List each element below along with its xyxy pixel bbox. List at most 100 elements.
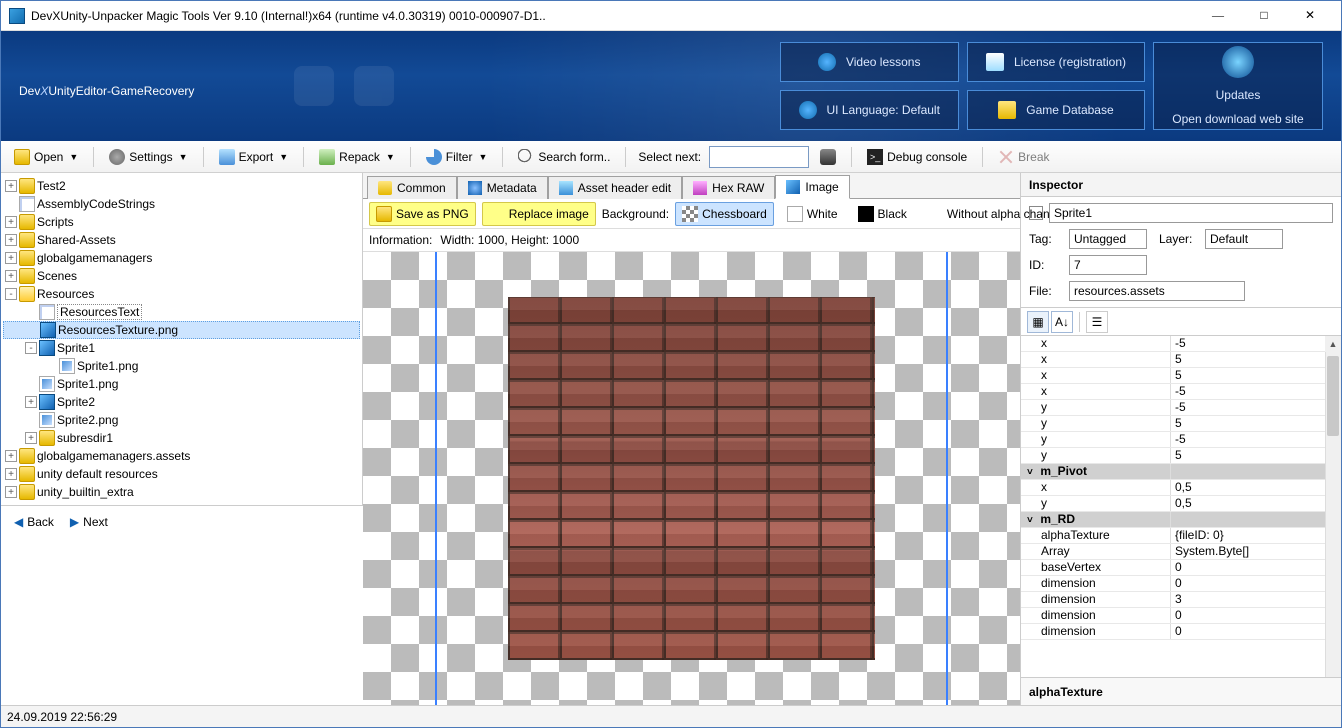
tree-twist[interactable]: + bbox=[5, 216, 17, 228]
property-row[interactable]: y5 bbox=[1021, 448, 1325, 464]
tree-item[interactable]: +unity default resources bbox=[3, 465, 360, 483]
search-form-button[interactable]: Search form.. bbox=[511, 145, 617, 169]
video-lessons-tile[interactable]: Video lessons bbox=[780, 42, 959, 82]
image-viewer[interactable] bbox=[363, 252, 1020, 705]
tree-item[interactable]: -Resources bbox=[3, 285, 360, 303]
property-row[interactable]: ˅ m_RD bbox=[1021, 512, 1325, 528]
image-info: Information:Width: 1000, Height: 1000 bbox=[363, 229, 1020, 252]
property-row[interactable]: baseVertex0 bbox=[1021, 560, 1325, 576]
tree-item[interactable]: +Shared-Assets bbox=[3, 231, 360, 249]
property-row[interactable]: x5 bbox=[1021, 352, 1325, 368]
asset-tree[interactable]: +Test2+AssemblyCodeStrings+Scripts+Share… bbox=[1, 173, 363, 505]
property-row[interactable]: dimension3 bbox=[1021, 592, 1325, 608]
property-row[interactable]: dimension0 bbox=[1021, 576, 1325, 592]
debug-console-button[interactable]: >_Debug console bbox=[860, 145, 974, 169]
property-row[interactable]: alphaTexture{fileID: 0} bbox=[1021, 528, 1325, 544]
tree-item[interactable]: +Scripts bbox=[3, 213, 360, 231]
tree-item[interactable]: +Sprite2.png bbox=[3, 411, 360, 429]
property-row[interactable]: x0,5 bbox=[1021, 480, 1325, 496]
tab-metadata[interactable]: Metadata bbox=[457, 176, 548, 199]
property-row[interactable]: y0,5 bbox=[1021, 496, 1325, 512]
break-button[interactable]: Break bbox=[991, 145, 1056, 169]
tree-twist[interactable]: + bbox=[5, 180, 17, 192]
export-button[interactable]: Export▼ bbox=[212, 145, 296, 169]
repack-button[interactable]: Repack▼ bbox=[312, 145, 402, 169]
alphabetical-button[interactable]: A↓ bbox=[1051, 311, 1073, 333]
tag-input[interactable] bbox=[1069, 229, 1147, 249]
minimize-button[interactable]: — bbox=[1195, 2, 1241, 30]
property-grid[interactable]: x-5x5x5x-5y-5y5y-5y5˅ m_Pivotx0,5y0,5˅ m… bbox=[1021, 336, 1341, 677]
back-button[interactable]: ◀Back bbox=[7, 511, 61, 533]
tree-item[interactable]: -Sprite1 bbox=[3, 339, 360, 357]
open-button[interactable]: Open▼ bbox=[7, 145, 85, 169]
id-input[interactable] bbox=[1069, 255, 1147, 275]
replace-image-button[interactable]: Replace image bbox=[482, 202, 596, 226]
tab-common[interactable]: Common bbox=[367, 176, 457, 199]
tree-twist[interactable]: - bbox=[5, 288, 17, 300]
tree-twist[interactable]: + bbox=[5, 450, 17, 462]
scrollbar-thumb[interactable] bbox=[1327, 356, 1339, 436]
tree-label: globalgamemanagers.assets bbox=[37, 449, 190, 463]
texture-preview bbox=[508, 297, 876, 659]
settings-button[interactable]: Settings▼ bbox=[102, 145, 194, 169]
maximize-button[interactable]: □ bbox=[1241, 2, 1287, 30]
property-row[interactable]: y-5 bbox=[1021, 400, 1325, 416]
categorized-button[interactable]: ▦ bbox=[1027, 311, 1049, 333]
close-button[interactable]: ✕ bbox=[1287, 2, 1333, 30]
game-db-tile[interactable]: Game Database bbox=[967, 90, 1145, 130]
chessboard-icon bbox=[682, 206, 698, 222]
scrollbar-up[interactable]: ▲ bbox=[1325, 336, 1341, 352]
tree-item[interactable]: +Sprite1.png bbox=[3, 357, 360, 375]
select-next-input[interactable] bbox=[709, 146, 809, 168]
tree-twist[interactable]: + bbox=[5, 486, 17, 498]
tree-item[interactable]: +ResourcesTexture.png bbox=[3, 321, 360, 339]
tree-twist[interactable]: + bbox=[5, 270, 17, 282]
tree-label: Sprite1.png bbox=[57, 377, 118, 391]
layer-input[interactable] bbox=[1205, 229, 1283, 249]
binoculars-icon bbox=[820, 149, 836, 165]
tree-twist[interactable]: + bbox=[5, 252, 17, 264]
updates-tile[interactable]: Updates Open download web site bbox=[1153, 42, 1323, 130]
property-row[interactable]: dimension0 bbox=[1021, 608, 1325, 624]
tree-twist[interactable]: + bbox=[5, 468, 17, 480]
tree-item[interactable]: +Test2 bbox=[3, 177, 360, 195]
property-row[interactable]: x5 bbox=[1021, 368, 1325, 384]
find-button[interactable] bbox=[813, 145, 843, 169]
tab-image[interactable]: Image bbox=[775, 175, 849, 199]
save-png-button[interactable]: Save as PNG bbox=[369, 202, 476, 226]
tree-twist[interactable]: - bbox=[25, 342, 37, 354]
property-row[interactable]: y5 bbox=[1021, 416, 1325, 432]
bg-black[interactable]: Black bbox=[851, 202, 914, 226]
tree-item[interactable]: +Sprite1.png bbox=[3, 375, 360, 393]
property-row[interactable]: y-5 bbox=[1021, 432, 1325, 448]
tree-twist[interactable]: + bbox=[5, 234, 17, 246]
tree-twist[interactable]: + bbox=[25, 432, 37, 444]
tree-twist[interactable]: + bbox=[25, 396, 37, 408]
property-row[interactable]: dimension0 bbox=[1021, 624, 1325, 640]
tree-item[interactable]: +subresdir1 bbox=[3, 429, 360, 447]
tree-item[interactable]: +Scenes bbox=[3, 267, 360, 285]
tree-item[interactable]: + globalgamemanagers.assets bbox=[3, 447, 360, 465]
filter-button[interactable]: Filter▼ bbox=[419, 145, 495, 169]
next-button[interactable]: ▶Next bbox=[63, 511, 115, 533]
tree-item[interactable]: +ResourcesText bbox=[3, 303, 360, 321]
object-name-input[interactable] bbox=[1049, 203, 1333, 223]
tree-item[interactable]: +AssemblyCodeStrings bbox=[3, 195, 360, 213]
enabled-checkbox[interactable] bbox=[1029, 206, 1043, 220]
tree-item[interactable]: +globalgamemanagers bbox=[3, 249, 360, 267]
tree-item[interactable]: +Sprite2 bbox=[3, 393, 360, 411]
id-label: ID: bbox=[1029, 258, 1063, 272]
property-row[interactable]: x-5 bbox=[1021, 336, 1325, 352]
bg-white[interactable]: White bbox=[780, 202, 845, 226]
property-pages-button[interactable]: ☰ bbox=[1086, 311, 1108, 333]
tree-item[interactable]: +unity_builtin_extra bbox=[3, 483, 360, 501]
tab-asset-header[interactable]: Asset header edit bbox=[548, 176, 682, 199]
bg-chessboard[interactable]: Chessboard bbox=[675, 202, 774, 226]
property-row[interactable]: x-5 bbox=[1021, 384, 1325, 400]
property-row[interactable]: ArraySystem.Byte[] bbox=[1021, 544, 1325, 560]
tab-hex[interactable]: Hex RAW bbox=[682, 176, 775, 199]
file-input[interactable] bbox=[1069, 281, 1245, 301]
language-tile[interactable]: UI Language: Default bbox=[780, 90, 959, 130]
license-tile[interactable]: License (registration) bbox=[967, 42, 1145, 82]
property-row[interactable]: ˅ m_Pivot bbox=[1021, 464, 1325, 480]
